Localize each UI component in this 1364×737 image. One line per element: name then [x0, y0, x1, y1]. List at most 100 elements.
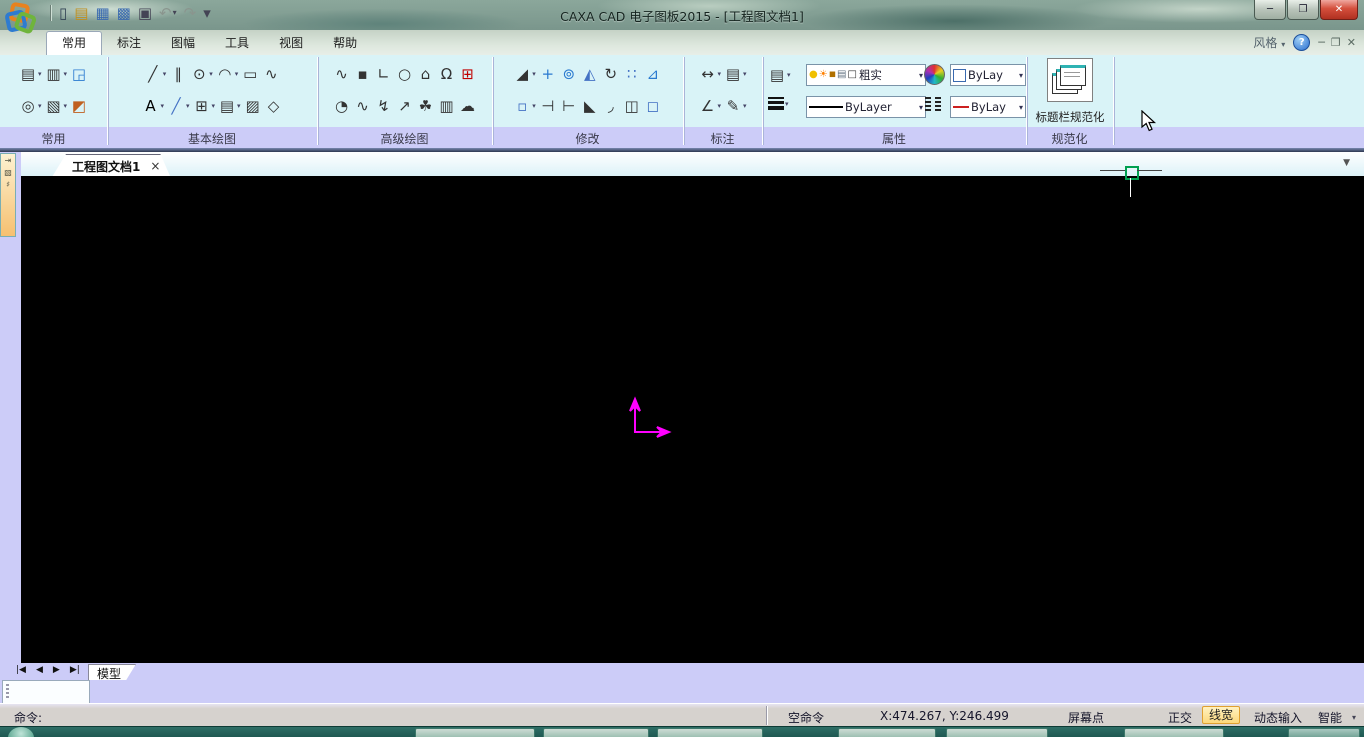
tab-overflow-icon[interactable]: ▼	[1343, 158, 1350, 168]
palette-button[interactable]: ◩	[70, 96, 88, 116]
dropdown-icon[interactable]: ▾	[160, 102, 164, 110]
qat-overflow-icon[interactable]: ▾	[203, 4, 211, 22]
menu-tab-帮助[interactable]: 帮助	[318, 31, 372, 55]
trim-button[interactable]: ⊣	[539, 96, 557, 116]
circle-button[interactable]: ⊙▾	[190, 64, 213, 84]
dropdown-icon[interactable]: ▾	[532, 102, 536, 110]
dropdown-icon[interactable]: ▾	[38, 102, 42, 110]
menu-tab-工具[interactable]: 工具	[210, 31, 264, 55]
style-menu[interactable]: 风格 ▾	[1253, 34, 1285, 51]
smart-dd-icon[interactable]: ▾	[1352, 713, 1356, 722]
centerline-button[interactable]: ╱▾	[167, 96, 190, 116]
arrow-button[interactable]: ↗	[396, 96, 414, 116]
doc-restore-button[interactable]: ❐	[1331, 36, 1341, 49]
rotate-3d-button[interactable]: ◫	[623, 96, 641, 116]
datum-button[interactable]: ▤▾	[724, 64, 747, 84]
dropdown-icon[interactable]: ▾	[717, 102, 721, 110]
linewidth-toggle[interactable]: 线宽	[1202, 706, 1240, 724]
command-window[interactable]	[2, 680, 90, 704]
taskbar-tray[interactable]	[1288, 728, 1360, 737]
rotate-button[interactable]: ↻	[602, 64, 620, 84]
taskbar-button[interactable]	[946, 728, 1048, 737]
point-button[interactable]: ▪	[354, 64, 372, 84]
dropdown-icon[interactable]: ▾	[64, 70, 68, 78]
dropdown-icon[interactable]: ▾	[209, 70, 213, 78]
taskbar-button[interactable]	[415, 728, 535, 737]
redo-icon[interactable]: ↷	[184, 4, 197, 22]
block-button[interactable]: ⊞▾	[193, 96, 216, 116]
copy-button[interactable]: ▥▾	[45, 64, 68, 84]
roller-button[interactable]: ▥	[438, 96, 456, 116]
drawing-canvas[interactable]	[21, 176, 1364, 663]
stretch-button[interactable]: ▫▾	[513, 96, 536, 116]
parallel-line-button[interactable]: ∥	[169, 64, 187, 84]
coordinate-dim-button[interactable]: ∠▾	[698, 96, 721, 116]
color-wheel-icon[interactable]	[924, 64, 945, 85]
dock-hatch-tool-icon[interactable]: ▧	[4, 168, 12, 177]
edit-dim-button[interactable]: ✎▾	[724, 96, 747, 116]
minimize-button[interactable]: ─	[1254, 0, 1286, 20]
move-button[interactable]: +	[539, 64, 557, 84]
menu-tab-图幅[interactable]: 图幅	[156, 31, 210, 55]
layer-combobox[interactable]: ●☀◾▤□ 粗实 ▾	[806, 64, 926, 86]
dropdown-icon[interactable]: ▾	[532, 70, 536, 78]
windows-taskbar[interactable]	[0, 726, 1364, 737]
color-combobox[interactable]: ByLay ▾	[950, 64, 1026, 86]
dropdown-icon[interactable]: ▾	[163, 70, 167, 78]
taskbar-button[interactable]	[838, 728, 936, 737]
ortho-toggle[interactable]: 正交	[1168, 709, 1192, 726]
axis-button[interactable]: ∟	[375, 64, 393, 84]
menu-tab-常用[interactable]: 常用	[46, 31, 102, 55]
formula-curve-button[interactable]: Ω	[438, 64, 456, 84]
hatch-button[interactable]: ▨	[244, 96, 262, 116]
contour-button[interactable]: ☘	[417, 96, 435, 116]
array-button[interactable]: ∷	[623, 64, 641, 84]
save-all-icon[interactable]: ▩	[117, 4, 131, 22]
mirror-button[interactable]: ◭	[581, 64, 599, 84]
fillet-button[interactable]: ◞	[602, 96, 620, 116]
save-icon[interactable]: ▦	[95, 4, 109, 22]
doc-minimize-button[interactable]: ─	[1318, 36, 1325, 49]
text-button[interactable]: A▾	[141, 96, 164, 116]
last-sheet-button[interactable]: ▶|	[70, 665, 80, 675]
close-button[interactable]: ✕	[1320, 0, 1358, 20]
scale-button[interactable]: ⊿	[644, 64, 662, 84]
chamfer-button[interactable]: ◣	[581, 96, 599, 116]
dropdown-icon[interactable]: ▾	[212, 102, 216, 110]
dropdown-icon[interactable]: ▾	[743, 102, 747, 110]
dimension-button[interactable]: ↔▾	[698, 64, 721, 84]
document-tab-close-icon[interactable]: ×	[150, 159, 160, 173]
arc-button[interactable]: ◠▾	[216, 64, 239, 84]
new-file-icon[interactable]: ▯	[59, 4, 67, 22]
layers-button[interactable]: ▤▾	[768, 65, 791, 85]
caxa-logo-icon[interactable]	[3, 1, 41, 39]
delete-button[interactable]: ◢▾	[513, 64, 536, 84]
zigzag-line-button[interactable]: ↯	[375, 96, 393, 116]
smart-snap-selector[interactable]: 智能	[1318, 709, 1342, 726]
spline-button[interactable]: ∿	[262, 64, 280, 84]
doc-close-button[interactable]: ✕	[1347, 36, 1356, 49]
dropdown-icon[interactable]: ▾	[235, 70, 239, 78]
dropdown-icon[interactable]: ▾	[38, 70, 42, 78]
line-button[interactable]: ╱▾	[144, 64, 167, 84]
help-icon[interactable]: ?	[1293, 34, 1310, 51]
dynamic-input-toggle[interactable]: 动态输入	[1254, 709, 1302, 726]
undo-icon[interactable]: ↶▾	[159, 4, 177, 22]
taskbar-button[interactable]	[543, 728, 649, 737]
taskbar-button[interactable]	[1124, 728, 1224, 737]
first-sheet-button[interactable]: |◀	[16, 665, 26, 675]
region-button[interactable]: ◇	[265, 96, 283, 116]
document-tab[interactable]: 工程图文档1 ×	[52, 154, 170, 177]
menu-tab-标注[interactable]: 标注	[102, 31, 156, 55]
zoom-button[interactable]: ◎▾	[19, 96, 42, 116]
paragraph-text-button[interactable]: ▤▾	[218, 96, 241, 116]
status-screen-point[interactable]: 屏幕点	[1068, 709, 1104, 726]
offset-copy-button[interactable]: ⊚	[560, 64, 578, 84]
menu-tab-视图[interactable]: 视图	[264, 31, 318, 55]
extend-button[interactable]: ⊢	[560, 96, 578, 116]
open-file-icon[interactable]: ▤	[74, 4, 88, 22]
start-orb-icon[interactable]	[8, 727, 34, 737]
linewidth-button[interactable]: ▾	[768, 97, 789, 110]
dropdown-icon[interactable]: ▾	[237, 102, 241, 110]
print-icon[interactable]: ▣	[138, 4, 152, 22]
